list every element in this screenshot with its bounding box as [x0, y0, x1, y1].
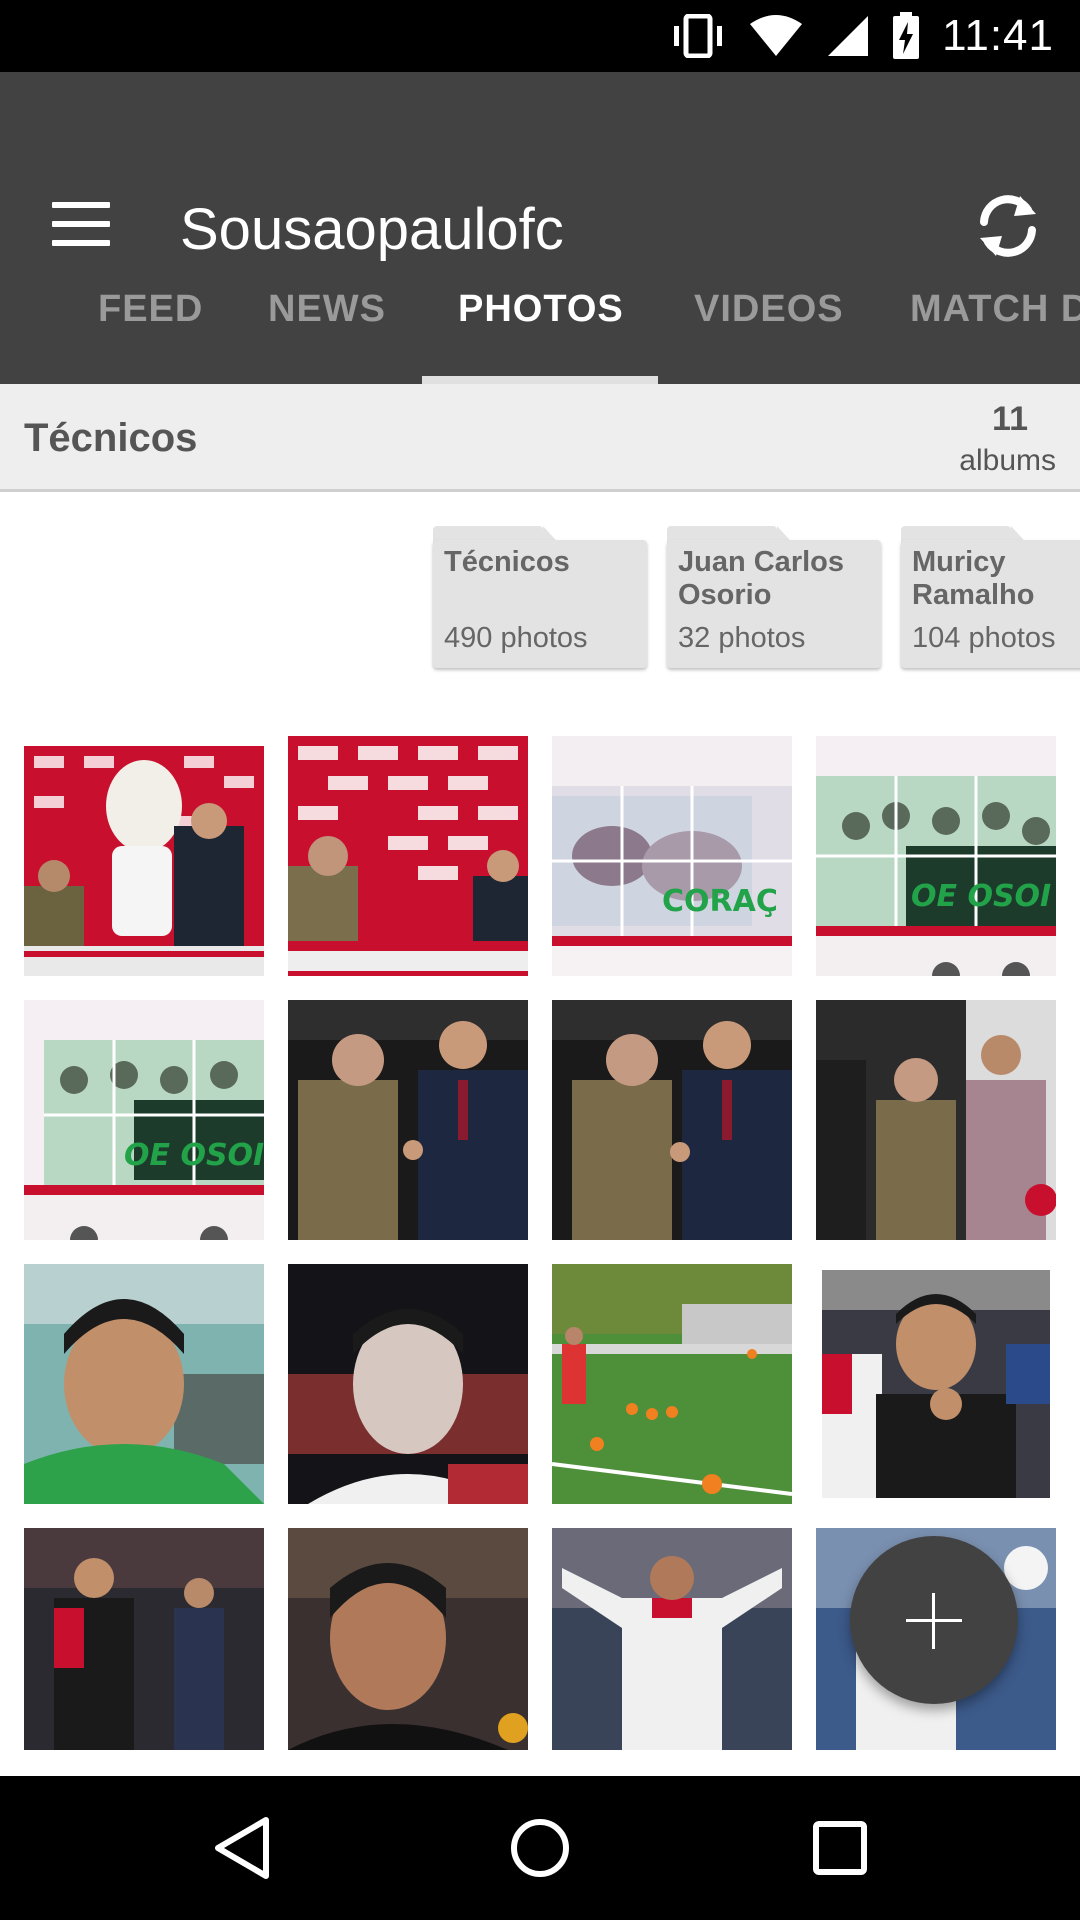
tab-videos[interactable]: VIDEOS [694, 288, 844, 331]
folder-photo-count: 104 photos [912, 622, 1056, 654]
signal-icon [826, 14, 870, 58]
back-icon[interactable] [206, 1812, 278, 1884]
video-wall-image: CORAÇ [552, 736, 792, 976]
folder-photo-count: 32 photos [678, 622, 806, 654]
battery-charging-icon [892, 12, 920, 60]
recents-icon[interactable] [804, 1812, 876, 1884]
photo-thumbnail[interactable]: OE OSOI [816, 736, 1056, 976]
album-count-label: albums [959, 444, 1056, 477]
photo-thumbnail[interactable] [552, 1528, 792, 1750]
status-bar: 11:41 [0, 0, 1080, 72]
photo-thumbnail[interactable]: OE OSOI [24, 1000, 264, 1240]
navigation-bar [0, 1776, 1080, 1920]
photo-thumbnail[interactable] [816, 1264, 1056, 1504]
wifi-icon [748, 14, 804, 58]
tab-news[interactable]: NEWS [268, 288, 386, 331]
album-count: 11 [992, 400, 1028, 438]
photo-thumbnail[interactable] [552, 1000, 792, 1240]
press-conference-mascot-image [24, 736, 264, 976]
vibrate-icon [670, 14, 726, 58]
tab-bar: FEED NEWS PHOTOS VIDEOS MATCH D [0, 268, 1080, 384]
tab-feed[interactable]: FEED [98, 288, 203, 331]
photo-thumbnail[interactable] [552, 1264, 792, 1504]
tab-indicator [422, 376, 658, 384]
status-time: 11:41 [942, 11, 1054, 60]
svg-text:OE OSOI: OE OSOI [911, 879, 1051, 914]
photo-thumbnail[interactable] [24, 736, 264, 976]
app-title: Sousaopaulofc [180, 197, 564, 262]
photo-thumbnail[interactable] [288, 1264, 528, 1504]
album-folder-tecnicos[interactable]: Técnicos 490 photos [433, 526, 647, 668]
coach-closeup-image [288, 1528, 528, 1750]
photo-thumbnail[interactable] [288, 1528, 528, 1750]
album-header: Técnicos 11 albums [0, 384, 1080, 492]
folder-photo-count: 490 photos [444, 622, 588, 654]
tab-match-day[interactable]: MATCH D [910, 288, 1080, 331]
album-folder-muricy-ramalho[interactable]: Muricy Ramalho 104 photos [901, 526, 1080, 668]
training-pitch-image [552, 1264, 792, 1504]
photo-thumbnail[interactable] [24, 1528, 264, 1750]
press-conference-backdrop-image [288, 736, 528, 976]
video-wall-osorio-image: OE OSOI [816, 736, 1056, 976]
handshake-image [288, 1000, 528, 1240]
album-title: Técnicos [24, 416, 198, 460]
hamburger-menu-icon[interactable] [52, 202, 112, 246]
video-wall-osorio-image: OE OSOI [24, 1000, 264, 1240]
applause-image [816, 1000, 1056, 1240]
photo-thumbnail[interactable] [816, 1000, 1056, 1240]
handshake-image [552, 1000, 792, 1240]
album-folder-juan-carlos-osorio[interactable]: Juan Carlos Osorio 32 photos [667, 526, 881, 668]
add-fab-button[interactable] [850, 1536, 1018, 1704]
photo-thumbnail[interactable] [24, 1264, 264, 1504]
coach-celebration-image [552, 1528, 792, 1750]
svg-text:OE OSOI: OE OSOI [124, 1138, 264, 1173]
folder-name: Juan Carlos Osorio [678, 546, 844, 611]
screen: 11:41 Sousaopaulofc FEED NEWS PHOTOS VID… [0, 0, 1080, 1920]
portrait-night-image [288, 1264, 528, 1504]
photo-thumbnail[interactable] [288, 1000, 528, 1240]
photo-thumbnail[interactable] [288, 736, 528, 976]
home-icon[interactable] [504, 1812, 576, 1884]
selfie-green-shirt-image [24, 1264, 264, 1504]
folder-name: Técnicos [444, 546, 570, 578]
folder-name: Muricy Ramalho [912, 546, 1035, 611]
tab-photos[interactable]: PHOTOS [458, 288, 624, 331]
refresh-icon[interactable] [970, 188, 1046, 264]
svg-text:CORAÇ: CORAÇ [662, 884, 778, 919]
coach-sideline-image [24, 1528, 264, 1750]
coach-pose-image [816, 1264, 1056, 1504]
photo-thumbnail[interactable]: CORAÇ [552, 736, 792, 976]
